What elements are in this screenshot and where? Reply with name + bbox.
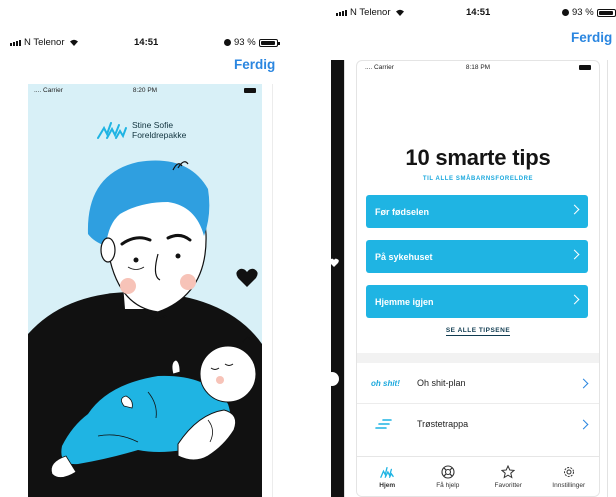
status-time: 14:51 <box>134 37 159 48</box>
wifi-icon <box>69 39 78 46</box>
tab-label: Favoritter <box>494 481 522 489</box>
next-card-peek <box>272 84 286 497</box>
next-card-peek-right <box>607 60 616 497</box>
alarm-icon-right <box>562 9 569 16</box>
tab-settings[interactable]: Innstillinger <box>539 457 600 496</box>
carrier-label-right: N Telenor <box>350 7 391 18</box>
alarm-icon <box>224 39 231 46</box>
preview-status-bar-right: .... Carrier 8:18 PM <box>357 64 599 76</box>
list-item-label: Oh shit-plan <box>417 378 466 388</box>
tip-button-home-again[interactable]: Hjemme igjen <box>366 285 588 318</box>
status-time-right: 14:51 <box>466 7 491 18</box>
previous-card-peek <box>325 60 345 497</box>
preview-time-right: 8:18 PM <box>465 64 491 71</box>
battery-label: 93 % <box>234 37 256 48</box>
list-item-comfort-stairs[interactable]: Trøstetrappa <box>357 404 599 444</box>
battery-icon <box>258 38 280 47</box>
signal-icon-right <box>336 9 347 16</box>
chevron-right-icon <box>578 378 589 388</box>
chevron-right-icon <box>569 294 580 305</box>
preview-battery-icon-right <box>579 65 591 70</box>
section-divider <box>357 353 599 363</box>
see-all-tips-link[interactable]: SE ALLE TIPSENE <box>357 327 599 336</box>
gear-icon <box>563 466 574 477</box>
carrier-label: N Telenor <box>24 37 65 48</box>
right-status-bar: N Telenor 14:51 93 % <box>336 7 616 18</box>
list-item-label: Trøstetrappa <box>417 419 469 429</box>
signal-icon <box>10 39 21 46</box>
tab-label: Hjem <box>379 481 396 489</box>
chevron-right-icon <box>569 204 580 215</box>
tab-get-help[interactable]: Få hjelp <box>418 457 479 496</box>
list-item-oh-shit-plan[interactable]: oh shit! Oh shit-plan <box>357 363 599 403</box>
tab-home[interactable]: Hjem <box>357 457 418 496</box>
tip-button-hospital[interactable]: På sykehuset <box>366 240 588 273</box>
onboarding-preview: .... Carrier 8:20 PM Stine Sofie Foreldr… <box>28 84 262 497</box>
page-title: 10 smarte tips <box>405 145 551 170</box>
chevron-right-icon <box>569 249 580 260</box>
battery-icon-right <box>596 8 616 17</box>
tip-button-label: På sykehuset <box>375 251 433 262</box>
home-logo-icon <box>380 466 395 478</box>
tab-favorites[interactable]: Favoritter <box>478 457 539 496</box>
wifi-icon-right <box>395 9 404 16</box>
peek-heart-icon <box>329 258 339 267</box>
tab-label: Innstillinger <box>552 481 586 489</box>
tip-button-before-birth[interactable]: Før fødselen <box>366 195 588 228</box>
tab-bar: Hjem Få hjelp Favoritter Innstillinger <box>357 456 599 496</box>
tip-button-label: Før fødselen <box>375 206 430 217</box>
oh-shit-badge: oh shit! <box>371 378 400 388</box>
tips-home-preview: .... Carrier 8:18 PM 10 smarte tips TIL … <box>356 60 600 497</box>
done-button[interactable]: Ferdig <box>234 57 275 72</box>
left-status-bar: N Telenor 14:51 93 % <box>10 37 280 48</box>
star-icon <box>501 464 516 479</box>
chevron-right-icon <box>578 419 589 429</box>
stairs-icon <box>375 419 392 429</box>
lifebuoy-icon <box>441 464 455 479</box>
heart-icon[interactable] <box>236 268 258 288</box>
page-subtitle: TIL ALLE SMÅBARNSFORELDRE <box>422 176 534 182</box>
father-baby-illustration <box>28 160 262 497</box>
tip-button-label: Hjemme igjen <box>375 296 434 307</box>
battery-label-right: 93 % <box>572 7 594 18</box>
done-button-right[interactable]: Ferdig <box>571 30 612 45</box>
tab-label: Få hjelp <box>436 481 460 489</box>
screenshot: N Telenor 14:51 93 % Ferdig .... Carrier… <box>0 0 616 497</box>
see-all-label: SE ALLE TIPSENE <box>445 327 511 336</box>
